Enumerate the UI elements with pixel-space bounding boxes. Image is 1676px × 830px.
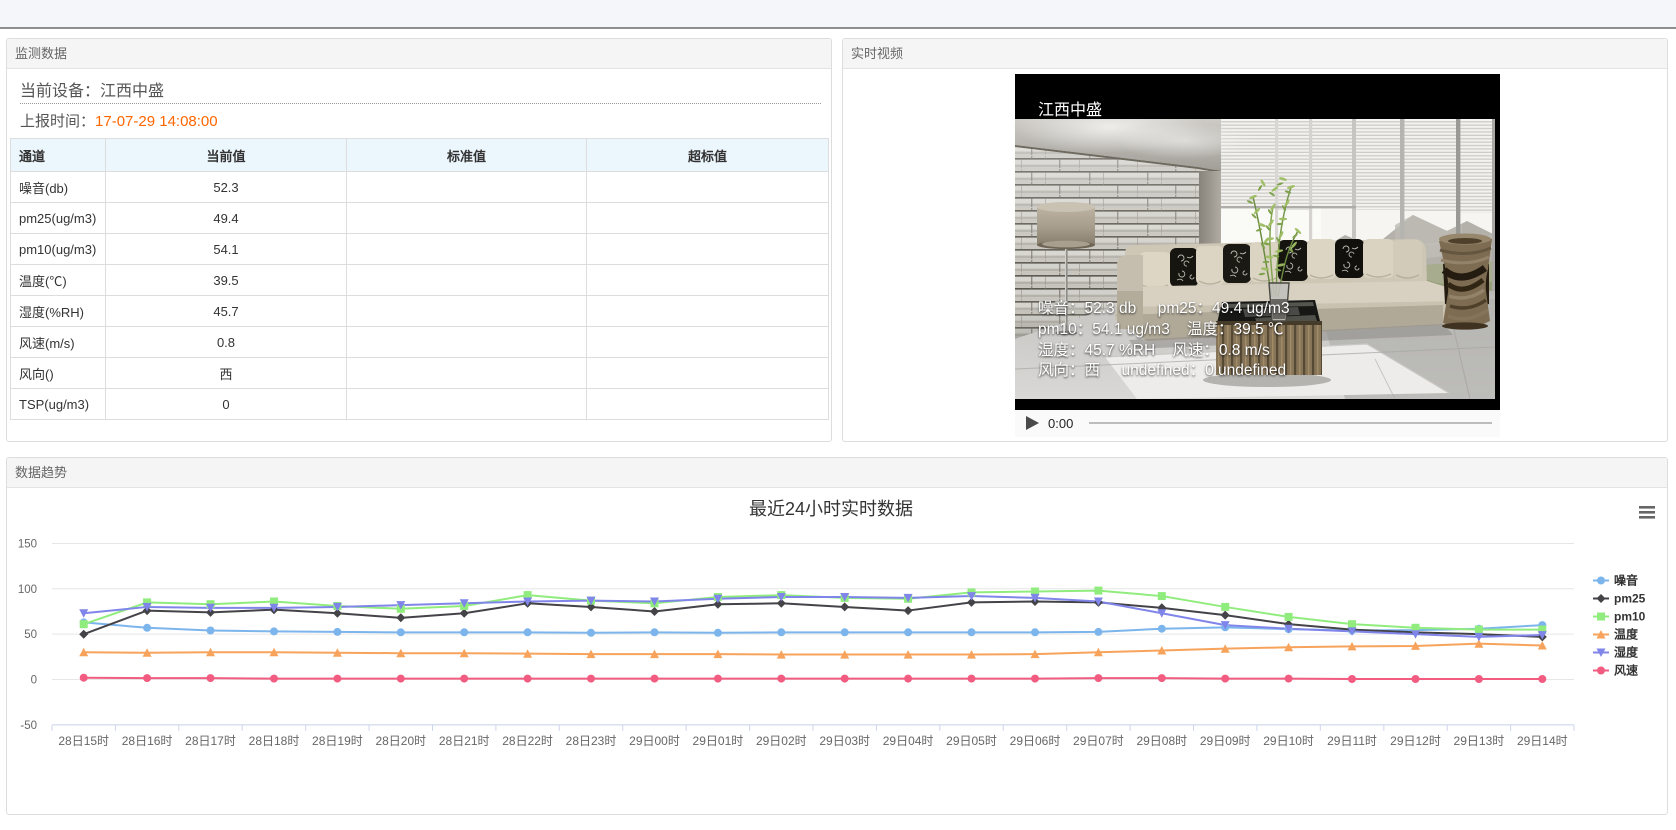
svg-text:pm10: pm10 <box>1614 610 1646 624</box>
svg-text:29日10时: 29日10时 <box>1263 734 1314 748</box>
svg-text:29日13时: 29日13时 <box>1454 734 1505 748</box>
svg-text:29日09时: 29日09时 <box>1200 734 1251 748</box>
svg-text:风速: 风速 <box>1614 663 1638 678</box>
svg-text:29日05时: 29日05时 <box>946 734 997 748</box>
svg-text:29日02时: 29日02时 <box>756 734 807 748</box>
svg-text:50: 50 <box>24 629 37 641</box>
svg-text:最近24小时实时数据: 最近24小时实时数据 <box>749 499 913 519</box>
svg-text:28日18时: 28日18时 <box>249 734 300 748</box>
svg-text:29日11时: 29日11时 <box>1327 734 1377 748</box>
svg-text:28日16时: 28日16时 <box>122 734 173 748</box>
svg-text:28日20时: 28日20时 <box>375 734 426 748</box>
svg-text:29日07时: 29日07时 <box>1073 734 1124 748</box>
svg-text:-50: -50 <box>20 720 37 732</box>
svg-text:29日06时: 29日06时 <box>1010 734 1061 748</box>
svg-text:28日15时: 28日15时 <box>58 734 109 748</box>
svg-text:28日19时: 28日19时 <box>312 734 363 748</box>
svg-text:28日23时: 28日23时 <box>566 734 617 748</box>
svg-text:28日22时: 28日22时 <box>502 734 553 748</box>
svg-text:28日21时: 28日21时 <box>439 734 490 748</box>
svg-text:0: 0 <box>31 675 37 687</box>
svg-text:100: 100 <box>18 584 37 596</box>
svg-text:29日14时: 29日14时 <box>1517 734 1568 748</box>
svg-text:29日01时: 29日01时 <box>693 734 744 748</box>
svg-text:29日03时: 29日03时 <box>819 734 870 748</box>
svg-text:29日12时: 29日12时 <box>1390 734 1441 748</box>
svg-text:29日08时: 29日08时 <box>1136 734 1187 748</box>
svg-text:29日00时: 29日00时 <box>629 734 680 748</box>
svg-text:温度: 温度 <box>1614 627 1639 642</box>
svg-text:pm25: pm25 <box>1614 592 1646 606</box>
svg-text:噪音: 噪音 <box>1614 573 1638 588</box>
svg-text:150: 150 <box>18 538 37 550</box>
svg-text:29日04时: 29日04时 <box>883 734 934 748</box>
svg-text:28日17时: 28日17时 <box>185 734 236 748</box>
svg-text:湿度: 湿度 <box>1614 645 1639 660</box>
